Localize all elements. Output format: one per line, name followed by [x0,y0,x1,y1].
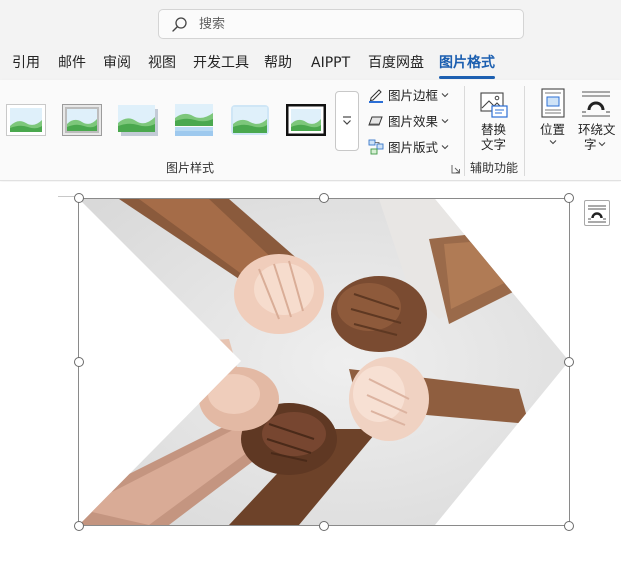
tab-developer[interactable]: 开发工具 [193,54,249,72]
search-box[interactable]: 搜索 [158,9,524,39]
group-label-accessibility: 辅助功能 [470,161,519,175]
alt-text-button[interactable]: 替换 文字 [474,86,514,156]
picture-style-simple-frame[interactable] [6,104,46,136]
dialog-launcher-icon[interactable] [451,164,461,174]
tab-review[interactable]: 审阅 [103,54,131,72]
gallery-more-button[interactable] [335,91,359,151]
tab-references[interactable]: 引用 [12,54,40,72]
title-bar: 搜索 [0,0,621,46]
resize-handle-bottom[interactable] [319,521,329,531]
alt-text-label-line2: 文字 [481,137,507,152]
picture-style-beveled-matte[interactable] [62,104,102,136]
search-icon [172,17,187,32]
position-icon [541,88,565,118]
chevron-down-icon [343,116,351,125]
resize-handle-top[interactable] [319,193,329,203]
resize-handle-left[interactable] [74,357,84,367]
tab-baidu-netdisk[interactable]: 百度网盘 [368,54,424,72]
picture-style-reflected[interactable] [174,104,214,136]
effects-icon [368,116,383,126]
wrap-text-label-line1: 环绕文 [578,122,616,137]
picture-style-thick-black-frame[interactable] [286,104,326,136]
group-separator [464,86,465,176]
tab-view[interactable]: 视图 [148,54,176,72]
layout-icon [368,139,384,155]
chevron-down-icon [441,119,449,124]
search-placeholder: 搜索 [199,17,226,32]
tab-help[interactable]: 帮助 [264,54,292,72]
chevron-down-icon [598,142,606,147]
resize-handle-right[interactable] [564,357,574,367]
resize-handle-bottom-right[interactable] [564,521,574,531]
position-button[interactable]: 位置 [536,86,570,156]
ribbon-tabs: 引用 邮件 审阅 视图 开发工具 帮助 AIPPT 百度网盘 图片格式 [0,46,621,80]
tab-picture-format[interactable]: 图片格式 [439,54,495,79]
resize-handle-bottom-left[interactable] [74,521,84,531]
group-label-picture-styles: 图片样式 [166,161,215,175]
wrap-text-button[interactable]: 环绕文 字 [575,86,619,156]
picture-border-button[interactable]: 图片边框 [366,85,462,107]
pen-border-icon [369,89,383,103]
picture-effects-button[interactable]: 图片效果 [366,111,462,133]
layout-options-button[interactable] [584,200,610,226]
picture-style-drop-shadow[interactable] [118,104,158,136]
picture-style-soft-edge[interactable] [230,104,270,136]
picture-layout-label: 图片版式 [388,140,439,155]
wrap-text-icon [588,205,606,223]
chevron-down-icon [549,140,557,145]
ribbon: 图片边框 图片效果 图片版式 图片样式 替换 文字 辅助功能 位置 环绕文 字 [0,80,621,181]
position-label: 位置 [540,122,566,137]
selection-frame [78,198,570,526]
resize-handle-top-right[interactable] [564,193,574,203]
tab-aippt[interactable]: AIPPT [311,54,350,72]
group-separator [524,86,525,176]
resize-handle-top-left[interactable] [74,193,84,203]
wrap-text-label-line2: 字 [584,137,597,152]
alt-text-label-line1: 替换 [481,122,507,137]
picture-border-label: 图片边框 [388,88,439,103]
picture-layout-button[interactable]: 图片版式 [366,137,462,159]
alt-text-icon [480,92,508,118]
tab-mailings[interactable]: 邮件 [58,54,86,72]
chevron-down-icon [441,145,449,150]
chevron-down-icon [441,93,449,98]
picture-effects-label: 图片效果 [388,114,439,129]
wrap-text-icon [582,91,610,117]
